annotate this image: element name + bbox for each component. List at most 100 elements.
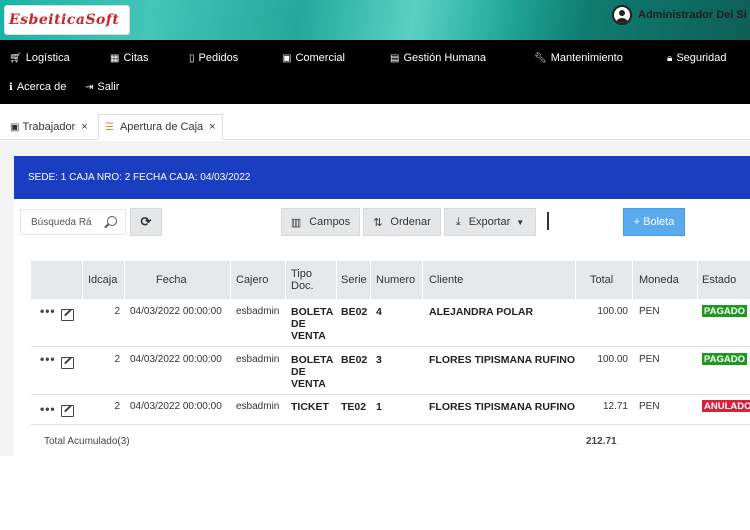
exportar-button[interactable]: ⤓ Exportar ▼ — [444, 208, 536, 236]
download-icon: ⤓ — [455, 215, 461, 228]
search-icon — [107, 216, 117, 226]
nav-comercial[interactable]: ▣ Comercial — [282, 52, 345, 64]
cell-tipo-doc: VENTA — [291, 378, 326, 390]
col-header-estado[interactable]: Estado — [702, 261, 736, 299]
cell-cliente: FLORES TIPISMANA RUFINO — [429, 401, 576, 413]
wrench-icon: 🔧︎ — [534, 52, 547, 64]
col-header-serie[interactable]: Serie — [341, 261, 367, 299]
close-icon[interactable]: × — [81, 121, 87, 133]
close-icon[interactable]: × — [209, 121, 215, 133]
video-icon: ▣ — [282, 52, 292, 64]
nav-label: Salir — [97, 81, 120, 93]
more-options-icon[interactable]: ••• — [40, 304, 56, 318]
nav-seguridad[interactable]: 🔒︎ Seguridad — [667, 52, 726, 64]
caja-info-banner: SEDE: 1 CAJA NRO: 2 FECHA CAJA: 04/03/20… — [14, 156, 750, 199]
nav-mantenimiento[interactable]: 🔧︎ Mantenimiento — [534, 52, 623, 64]
status-badge: PAGADO — [702, 353, 747, 365]
toolbar-separator — [547, 212, 549, 230]
add-boleta-label: + Boleta — [633, 216, 675, 228]
calendar-icon: ▦ — [110, 52, 120, 64]
cell-numero: 4 — [376, 306, 382, 318]
nav-label: Logística — [25, 52, 70, 64]
header-divider — [285, 261, 286, 299]
nav-gestion-humana[interactable]: ▤ Gestión Humana — [390, 52, 486, 64]
nav-pedidos[interactable]: ▯ Pedidos — [189, 52, 238, 64]
search-input[interactable]: Búsqueda Rá — [20, 209, 126, 235]
ordenar-button[interactable]: ⇅ Ordenar — [363, 208, 441, 236]
tab-label: Trabajador — [22, 121, 76, 133]
main-nav: 🛒︎ Logística ▦ Citas ▯ Pedidos ▣ Comerci… — [0, 40, 750, 104]
user-avatar-icon — [612, 5, 632, 25]
more-options-icon[interactable]: ••• — [40, 402, 56, 416]
cell-tipo-doc: BOLETA — [291, 354, 334, 366]
nav-logistica[interactable]: 🛒︎ Logística — [9, 52, 70, 64]
exportar-label: Exportar — [468, 216, 511, 228]
edit-icon[interactable] — [61, 405, 74, 417]
nav-label: Acerca de — [16, 81, 67, 93]
cell-tipo-doc: DE — [291, 366, 306, 378]
tab-label: Apertura de Caja — [119, 121, 204, 133]
sort-icon: ⇅ — [373, 216, 383, 229]
cell-cajero: esbadmin — [236, 401, 280, 412]
cell-numero: 1 — [376, 401, 382, 413]
nav-acerca-de[interactable]: ℹ Acerca de — [9, 81, 66, 93]
col-header-tipo-doc[interactable]: Tipo Doc. — [291, 261, 333, 299]
tab-apertura-caja[interactable]: ☰ Apertura de Caja × — [98, 114, 223, 140]
nav-label: Pedidos — [198, 52, 239, 64]
header-divider — [697, 261, 698, 299]
logo-text: EsbeiticaSoft — [9, 12, 120, 28]
tab-trabajador[interactable]: ▣ Trabajador × — [4, 114, 94, 140]
lock-icon: 🔒︎ — [667, 52, 673, 64]
cell-serie: TE02 — [341, 401, 367, 413]
footer-label: Total Acumulado(3) — [44, 436, 130, 447]
cell-idcaja: 2 — [114, 306, 120, 317]
col-header-fecha[interactable]: Fecha — [156, 261, 187, 299]
cell-tipo-doc: BOLETA — [291, 306, 334, 318]
status-badge: ANULADO — [702, 400, 750, 412]
edit-icon[interactable] — [61, 357, 74, 369]
info-icon: ℹ — [9, 81, 13, 93]
cell-fecha: 04/03/2022 00:00:00 — [130, 306, 222, 317]
cell-idcaja: 2 — [114, 354, 120, 365]
nav-salir[interactable]: ⇥ Salir — [85, 81, 119, 93]
cell-tipo-doc: DE — [291, 318, 306, 330]
cell-cajero: esbadmin — [236, 306, 280, 317]
header-divider — [230, 261, 231, 299]
add-boleta-button[interactable]: + Boleta — [623, 208, 685, 236]
cell-cajero: esbadmin — [236, 354, 280, 365]
refresh-icon: ⟳ — [140, 214, 152, 229]
nav-label: Mantenimiento — [550, 52, 623, 64]
cell-tipo-doc: VENTA — [291, 330, 326, 342]
caret-down-icon: ▼ — [516, 217, 525, 227]
cart-icon: 🛒︎ — [9, 52, 22, 64]
header-divider — [336, 261, 337, 299]
campos-button[interactable]: ▥ Campos — [281, 208, 360, 236]
header-divider — [82, 261, 83, 299]
cell-serie: BE02 — [341, 306, 368, 318]
banner-text: SEDE: 1 CAJA NRO: 2 FECHA CAJA: 04/03/20… — [28, 172, 251, 183]
cell-cliente: FLORES TIPISMANA RUFINO — [429, 354, 576, 366]
cell-tipo-doc: TICKET — [291, 401, 329, 413]
col-header-idcaja[interactable]: Idcaja — [88, 261, 117, 299]
col-header-moneda[interactable]: Moneda — [639, 261, 679, 299]
id-card-icon: ▣ — [10, 121, 20, 133]
nav-label: Seguridad — [676, 52, 727, 64]
nav-label: Comercial — [295, 52, 345, 64]
cell-fecha: 04/03/2022 00:00:00 — [130, 354, 222, 365]
edit-icon[interactable] — [61, 309, 74, 321]
refresh-button[interactable]: ⟳ — [130, 208, 162, 236]
header-divider — [370, 261, 371, 299]
col-header-cajero[interactable]: Cajero — [236, 261, 268, 299]
logo[interactable]: EsbeiticaSoft — [4, 5, 130, 35]
nav-citas[interactable]: ▦ Citas — [110, 52, 149, 64]
col-header-total[interactable]: Total — [590, 261, 613, 299]
register-icon: ☰ — [105, 121, 114, 133]
campos-label: Campos — [309, 216, 351, 228]
more-options-icon[interactable]: ••• — [40, 352, 56, 366]
col-header-numero[interactable]: Numero — [376, 261, 415, 299]
search-placeholder: Búsqueda Rá — [31, 216, 92, 228]
user-menu[interactable]: Administrador Del Si — [612, 5, 747, 25]
cell-moneda: PEN — [639, 306, 660, 317]
col-header-cliente[interactable]: Cliente — [429, 261, 463, 299]
cell-moneda: PEN — [639, 354, 660, 365]
